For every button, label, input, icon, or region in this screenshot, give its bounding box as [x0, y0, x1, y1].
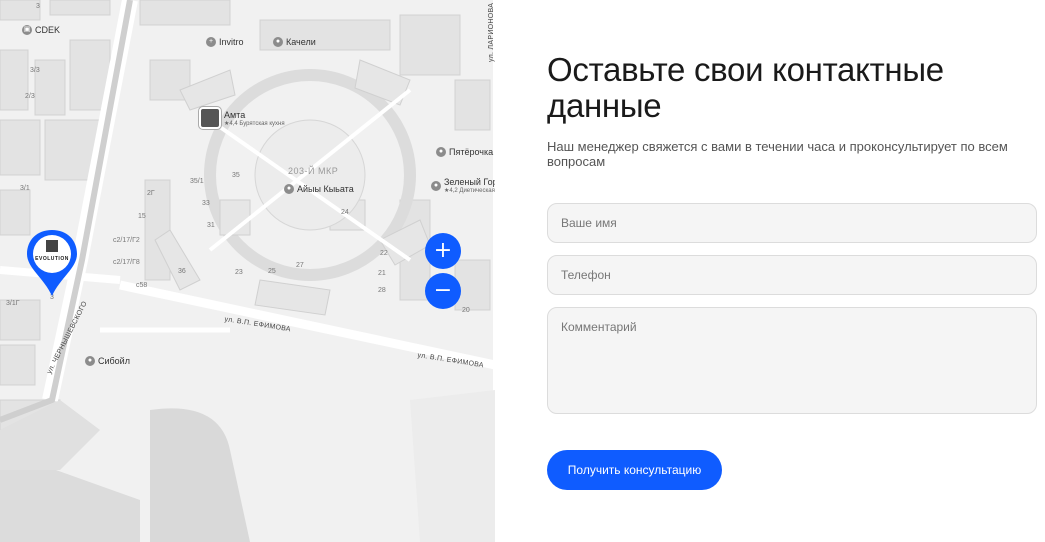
house-number: 24 [341, 209, 349, 216]
poi-amta-rating: ★4,4 Бурятская кухня [224, 120, 285, 127]
house-number: 22 [380, 250, 388, 257]
poi-zeleny-gorod[interactable]: ● Зеленый Гор ★4,2 Диетическая [431, 177, 495, 194]
zoom-out-button[interactable]: − [425, 273, 461, 309]
name-input[interactable] [547, 203, 1037, 243]
house-number: 2/3 [25, 93, 35, 100]
poi-pyaterochka[interactable]: ● Пятёрочка [436, 147, 493, 157]
building-icon: ● [284, 184, 294, 194]
house-number: 15 [138, 213, 146, 220]
house-number: 3/3 [30, 67, 40, 74]
house-number: 3 [36, 3, 40, 10]
food-icon: ● [431, 180, 441, 191]
poi-amta-label: Амта [224, 109, 246, 120]
location-marker-icon[interactable] [24, 228, 80, 298]
marker-label: EVOLUTION [35, 256, 69, 262]
form-subtitle: Наш менеджер свяжется с вами в течении ч… [547, 139, 1008, 169]
poi-zeleny-label: Зеленый Гор [444, 177, 495, 187]
house-number: 3/1Г [6, 300, 20, 307]
house-number: c2/17/Г2 [113, 237, 140, 244]
district-label: 203-Й МКР [288, 166, 339, 176]
grocery-icon: ● [436, 147, 446, 157]
house-number: 25 [268, 268, 276, 275]
house-number: 31 [207, 222, 215, 229]
fuel-icon: ● [85, 356, 95, 366]
shop-icon: ● [273, 37, 283, 47]
house-number: 28 [378, 287, 386, 294]
street-label-larionova: ул. ЛАРИОНОВА [488, 2, 495, 62]
poi-kacheli[interactable]: ● Качели [273, 37, 316, 47]
contact-form-section: Оставьте свои контактные данные Наш мене… [495, 0, 1045, 542]
poi-pyaterochka-label: Пятёрочка [449, 147, 494, 157]
map[interactable]: ▣ CDEK + Invitro ● Качели Амта ★4,4 Буря… [0, 0, 495, 542]
house-number: 27 [296, 262, 304, 269]
house-number: 23 [235, 269, 243, 276]
zoom-in-button[interactable]: + [425, 233, 461, 269]
medical-icon: + [206, 37, 216, 47]
house-number: 3/1 [20, 185, 30, 192]
submit-button[interactable]: Получить консультацию [547, 450, 722, 490]
house-number: 35/1 [190, 178, 204, 185]
poi-zeleny-rating: ★4,2 Диетическая [444, 188, 495, 194]
house-number: 33 [202, 200, 210, 207]
house-number: 21 [378, 270, 386, 277]
poi-invitro[interactable]: + Invitro [206, 37, 244, 47]
poi-invitro-label: Invitro [219, 37, 244, 47]
house-number: c58 [136, 282, 148, 289]
poi-siboil-label: Сибойл [98, 356, 130, 366]
poi-amta[interactable]: Амта ★4,4 Бурятская кухня [199, 107, 285, 129]
house-number: 36 [178, 268, 186, 275]
phone-input[interactable] [547, 255, 1037, 295]
house-number: 2Г [147, 190, 155, 197]
poi-cdek[interactable]: ▣ CDEK [22, 25, 60, 35]
delivery-icon: ▣ [22, 25, 32, 35]
restaurant-photo-icon [199, 107, 221, 129]
house-number: 35 [232, 172, 240, 179]
poi-aiyy[interactable]: ● Айыы Кыьата [284, 184, 354, 194]
poi-siboil[interactable]: ● Сибойл [85, 356, 130, 366]
poi-cdek-label: CDEK [35, 25, 61, 35]
poi-kacheli-label: Качели [286, 37, 316, 47]
page-title: Оставьте свои контактные данные [547, 51, 944, 124]
house-number: c2/17/Г8 [113, 259, 140, 266]
poi-aiyy-label: Айыы Кыьата [297, 184, 354, 194]
comment-textarea[interactable] [547, 307, 1037, 414]
house-number: 20 [462, 307, 470, 314]
